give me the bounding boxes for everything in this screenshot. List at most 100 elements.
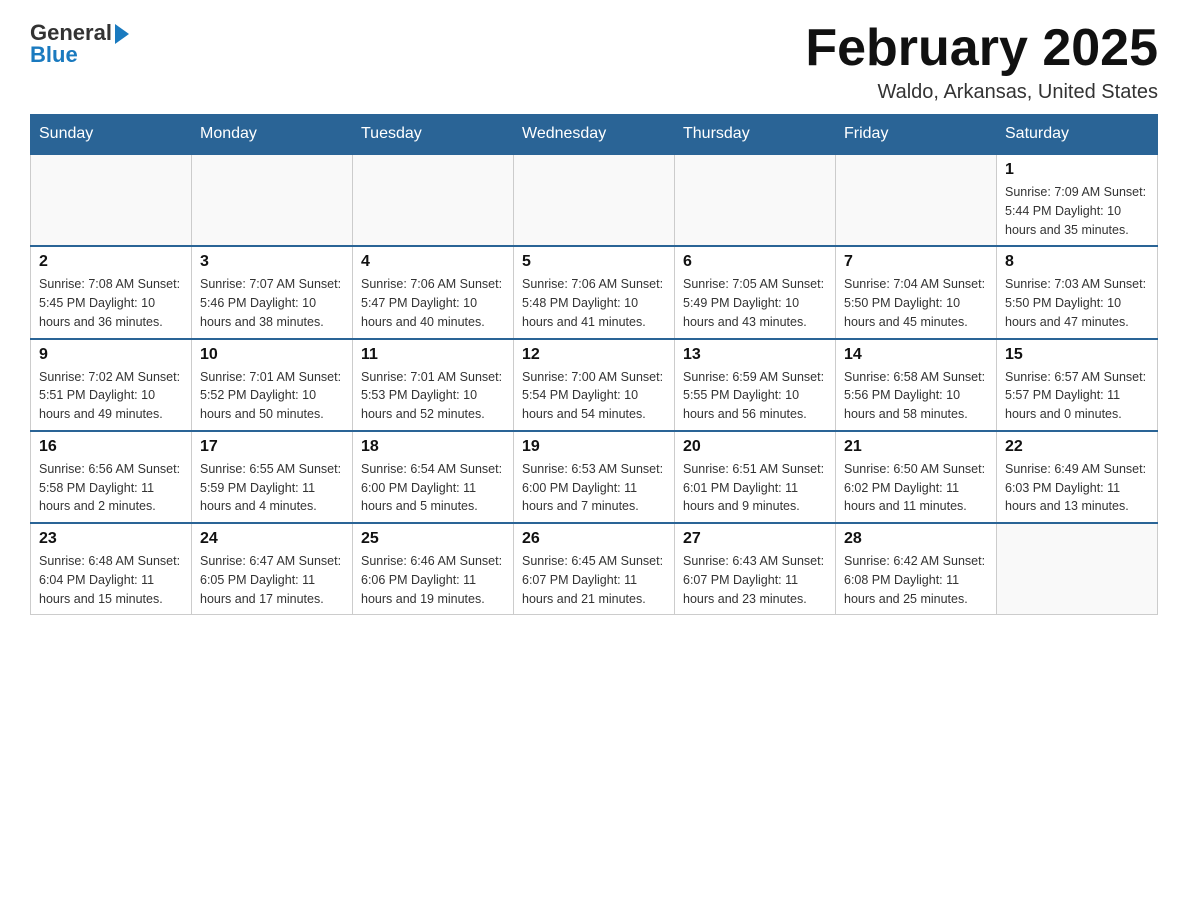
calendar-table: SundayMondayTuesdayWednesdayThursdayFrid… bbox=[30, 114, 1158, 615]
day-info: Sunrise: 6:43 AM Sunset: 6:07 PM Dayligh… bbox=[683, 552, 827, 608]
calendar-cell bbox=[514, 154, 675, 246]
day-header-sunday: Sunday bbox=[31, 115, 192, 155]
week-row-2: 2 Sunrise: 7:08 AM Sunset: 5:45 PM Daylig… bbox=[31, 246, 1158, 338]
calendar-cell: 13Sunrise: 6:59 AM Sunset: 5:55 PM Dayli… bbox=[675, 339, 836, 431]
day-number: 18 bbox=[361, 438, 505, 456]
calendar-cell: 8 Sunrise: 7:03 AM Sunset: 5:50 PM Daylig… bbox=[997, 246, 1158, 338]
day-number: 7 bbox=[844, 253, 988, 271]
day-number: 9 bbox=[39, 346, 183, 364]
calendar-cell: 17 Sunrise: 6:55 AM Sunset: 5:59 PM Dayli… bbox=[192, 431, 353, 523]
day-info: Sunrise: 7:09 AM Sunset: 5:44 PM Dayligh… bbox=[1005, 183, 1149, 239]
day-header-friday: Friday bbox=[836, 115, 997, 155]
day-info: Sunrise: 7:06 AM Sunset: 5:47 PM Dayligh… bbox=[361, 275, 505, 331]
day-info: Sunrise: 6:47 AM Sunset: 6:05 PM Dayligh… bbox=[200, 552, 344, 608]
day-number: 21 bbox=[844, 438, 988, 456]
calendar-cell: 7 Sunrise: 7:04 AM Sunset: 5:50 PM Daylig… bbox=[836, 246, 997, 338]
calendar-cell bbox=[192, 154, 353, 246]
day-info: Sunrise: 6:53 AM Sunset: 6:00 PM Dayligh… bbox=[522, 460, 666, 516]
day-info: Sunrise: 6:54 AM Sunset: 6:00 PM Dayligh… bbox=[361, 460, 505, 516]
week-row-1: 1 Sunrise: 7:09 AM Sunset: 5:44 PM Daylig… bbox=[31, 154, 1158, 246]
calendar-cell: 26 Sunrise: 6:45 AM Sunset: 6:07 PM Dayli… bbox=[514, 523, 675, 615]
calendar-cell: 27 Sunrise: 6:43 AM Sunset: 6:07 PM Dayli… bbox=[675, 523, 836, 615]
day-info: Sunrise: 6:46 AM Sunset: 6:06 PM Dayligh… bbox=[361, 552, 505, 608]
calendar-cell: 19 Sunrise: 6:53 AM Sunset: 6:00 PM Dayli… bbox=[514, 431, 675, 523]
day-number: 4 bbox=[361, 253, 505, 271]
day-number: 20 bbox=[683, 438, 827, 456]
day-info: Sunrise: 6:59 AM Sunset: 5:55 PM Dayligh… bbox=[683, 368, 827, 424]
calendar-cell: 28 Sunrise: 6:42 AM Sunset: 6:08 PM Dayli… bbox=[836, 523, 997, 615]
day-number: 6 bbox=[683, 253, 827, 271]
day-number: 14 bbox=[844, 346, 988, 364]
day-info: Sunrise: 6:45 AM Sunset: 6:07 PM Dayligh… bbox=[522, 552, 666, 608]
logo: General Blue bbox=[30, 20, 129, 68]
calendar-cell: 4 Sunrise: 7:06 AM Sunset: 5:47 PM Daylig… bbox=[353, 246, 514, 338]
day-number: 28 bbox=[844, 530, 988, 548]
day-info: Sunrise: 7:01 AM Sunset: 5:53 PM Dayligh… bbox=[361, 368, 505, 424]
day-number: 26 bbox=[522, 530, 666, 548]
day-info: Sunrise: 7:05 AM Sunset: 5:49 PM Dayligh… bbox=[683, 275, 827, 331]
day-number: 12 bbox=[522, 346, 666, 364]
day-header-saturday: Saturday bbox=[997, 115, 1158, 155]
calendar-cell: 12 Sunrise: 7:00 AM Sunset: 5:54 PM Dayli… bbox=[514, 339, 675, 431]
calendar-cell bbox=[31, 154, 192, 246]
calendar-cell: 24 Sunrise: 6:47 AM Sunset: 6:05 PM Dayli… bbox=[192, 523, 353, 615]
day-header-monday: Monday bbox=[192, 115, 353, 155]
week-row-4: 16 Sunrise: 6:56 AM Sunset: 5:58 PM Dayli… bbox=[31, 431, 1158, 523]
day-info: Sunrise: 6:50 AM Sunset: 6:02 PM Dayligh… bbox=[844, 460, 988, 516]
day-number: 8 bbox=[1005, 253, 1149, 271]
day-number: 3 bbox=[200, 253, 344, 271]
day-info: Sunrise: 6:57 AM Sunset: 5:57 PM Dayligh… bbox=[1005, 368, 1149, 424]
title-section: February 2025 Waldo, Arkansas, United St… bbox=[805, 20, 1158, 104]
calendar-cell bbox=[997, 523, 1158, 615]
day-header-wednesday: Wednesday bbox=[514, 115, 675, 155]
calendar-cell: 21 Sunrise: 6:50 AM Sunset: 6:02 PM Dayli… bbox=[836, 431, 997, 523]
calendar-cell: 14Sunrise: 6:58 AM Sunset: 5:56 PM Dayli… bbox=[836, 339, 997, 431]
calendar-cell: 2 Sunrise: 7:08 AM Sunset: 5:45 PM Daylig… bbox=[31, 246, 192, 338]
day-number: 17 bbox=[200, 438, 344, 456]
calendar-cell: 6 Sunrise: 7:05 AM Sunset: 5:49 PM Daylig… bbox=[675, 246, 836, 338]
week-row-3: 9 Sunrise: 7:02 AM Sunset: 5:51 PM Daylig… bbox=[31, 339, 1158, 431]
calendar-cell bbox=[675, 154, 836, 246]
day-info: Sunrise: 6:51 AM Sunset: 6:01 PM Dayligh… bbox=[683, 460, 827, 516]
calendar-cell: 18 Sunrise: 6:54 AM Sunset: 6:00 PM Dayli… bbox=[353, 431, 514, 523]
location-subtitle: Waldo, Arkansas, United States bbox=[805, 81, 1158, 104]
calendar-cell: 20 Sunrise: 6:51 AM Sunset: 6:01 PM Dayli… bbox=[675, 431, 836, 523]
day-number: 19 bbox=[522, 438, 666, 456]
day-info: Sunrise: 7:00 AM Sunset: 5:54 PM Dayligh… bbox=[522, 368, 666, 424]
calendar-cell: 23Sunrise: 6:48 AM Sunset: 6:04 PM Dayli… bbox=[31, 523, 192, 615]
calendar-cell: 9 Sunrise: 7:02 AM Sunset: 5:51 PM Daylig… bbox=[31, 339, 192, 431]
day-number: 11 bbox=[361, 346, 505, 364]
day-number: 23 bbox=[39, 530, 183, 548]
day-info: Sunrise: 7:02 AM Sunset: 5:51 PM Dayligh… bbox=[39, 368, 183, 424]
day-info: Sunrise: 7:04 AM Sunset: 5:50 PM Dayligh… bbox=[844, 275, 988, 331]
day-info: Sunrise: 6:56 AM Sunset: 5:58 PM Dayligh… bbox=[39, 460, 183, 516]
calendar-cell: 11 Sunrise: 7:01 AM Sunset: 5:53 PM Dayli… bbox=[353, 339, 514, 431]
day-info: Sunrise: 7:06 AM Sunset: 5:48 PM Dayligh… bbox=[522, 275, 666, 331]
day-info: Sunrise: 7:03 AM Sunset: 5:50 PM Dayligh… bbox=[1005, 275, 1149, 331]
day-number: 24 bbox=[200, 530, 344, 548]
month-year-title: February 2025 bbox=[805, 20, 1158, 77]
day-number: 10 bbox=[200, 346, 344, 364]
day-number: 2 bbox=[39, 253, 183, 271]
day-number: 27 bbox=[683, 530, 827, 548]
logo-arrow-icon bbox=[115, 24, 129, 44]
page-header: General Blue February 2025 Waldo, Arkans… bbox=[30, 20, 1158, 104]
day-number: 1 bbox=[1005, 161, 1149, 179]
logo-blue-text: Blue bbox=[30, 42, 78, 68]
day-info: Sunrise: 6:42 AM Sunset: 6:08 PM Dayligh… bbox=[844, 552, 988, 608]
calendar-cell: 25 Sunrise: 6:46 AM Sunset: 6:06 PM Dayli… bbox=[353, 523, 514, 615]
day-info: Sunrise: 7:07 AM Sunset: 5:46 PM Dayligh… bbox=[200, 275, 344, 331]
day-header-tuesday: Tuesday bbox=[353, 115, 514, 155]
day-info: Sunrise: 6:55 AM Sunset: 5:59 PM Dayligh… bbox=[200, 460, 344, 516]
day-number: 15 bbox=[1005, 346, 1149, 364]
calendar-cell: 5 Sunrise: 7:06 AM Sunset: 5:48 PM Daylig… bbox=[514, 246, 675, 338]
calendar-cell: 3 Sunrise: 7:07 AM Sunset: 5:46 PM Daylig… bbox=[192, 246, 353, 338]
day-number: 22 bbox=[1005, 438, 1149, 456]
day-number: 16 bbox=[39, 438, 183, 456]
day-info: Sunrise: 7:08 AM Sunset: 5:45 PM Dayligh… bbox=[39, 275, 183, 331]
day-number: 25 bbox=[361, 530, 505, 548]
week-row-5: 23Sunrise: 6:48 AM Sunset: 6:04 PM Dayli… bbox=[31, 523, 1158, 615]
calendar-cell: 22Sunrise: 6:49 AM Sunset: 6:03 PM Dayli… bbox=[997, 431, 1158, 523]
day-info: Sunrise: 7:01 AM Sunset: 5:52 PM Dayligh… bbox=[200, 368, 344, 424]
day-number: 5 bbox=[522, 253, 666, 271]
